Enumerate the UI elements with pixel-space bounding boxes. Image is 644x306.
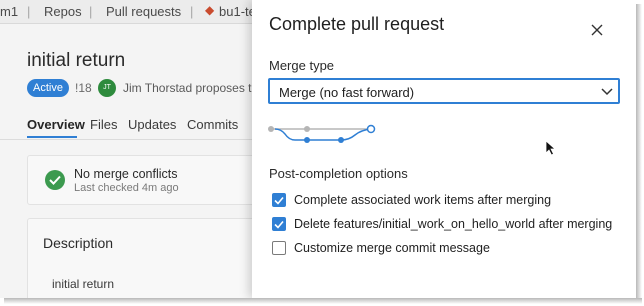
breadcrumb-pull-requests[interactable]: Pull requests [106,4,181,19]
chevron-down-icon [601,88,613,96]
screenshot-frame: m1 | Repos | Pull requests | ◆ bu1-te in… [0,0,636,298]
close-icon [591,24,603,36]
merge-type-label: Merge type [269,58,335,73]
dialog-title: Complete pull request [269,14,445,34]
description-body: initial return [52,277,115,291]
check-icon [274,220,284,229]
tabs-divider [0,139,260,140]
frame-shadow-right [636,4,642,302]
check-icon [274,196,284,205]
breadcrumb-separator: | [27,4,31,19]
tab-updates[interactable]: Updates [128,117,176,132]
close-button[interactable] [589,22,605,38]
breadcrumb-separator: | [89,4,93,19]
description-heading: Description [43,235,114,251]
tab-overview[interactable]: Overview [27,117,85,132]
merge-type-select[interactable]: Merge (no fast forward) [268,78,620,104]
option-label: Complete associated work items after mer… [294,193,552,207]
post-completion-label: Post-completion options [269,166,408,181]
status-badge: Active [27,79,69,97]
proposer-text: Jim Thorstad proposes to [123,81,259,95]
merge-status-text: No merge conflicts [74,167,178,181]
tab-files[interactable]: Files [90,117,117,132]
breadcrumb-branch[interactable]: bu1-te [219,4,256,19]
breadcrumb-project[interactable]: m1 [0,4,18,19]
branch-icon: ◆ [205,3,215,17]
active-tab-indicator [27,136,77,138]
option-label: Customize merge commit message [294,241,490,255]
merge-type-value: Merge (no fast forward) [279,85,415,100]
pr-id[interactable]: !18 [75,81,92,95]
option-label: Delete features/initial_work_on_hello_wo… [294,217,613,231]
last-checked-text: Last checked 4m ago [74,182,179,194]
breadcrumb-separator: | [190,4,194,19]
merge-graph-icon [268,124,376,143]
breadcrumb-repos[interactable]: Repos [44,4,82,19]
customize-message-checkbox[interactable] [272,241,286,255]
tab-commits[interactable]: Commits [187,117,238,132]
check-circle-icon [45,170,65,190]
complete-work-items-checkbox[interactable] [272,193,286,207]
frame-shadow-bottom [4,298,642,304]
mouse-cursor-icon [545,140,556,156]
delete-branch-checkbox[interactable] [272,217,286,231]
page-title: initial return [27,50,126,71]
avatar[interactable]: JT [98,79,116,97]
complete-pr-dialog: Complete pull request Merge type Merge (… [252,0,636,298]
